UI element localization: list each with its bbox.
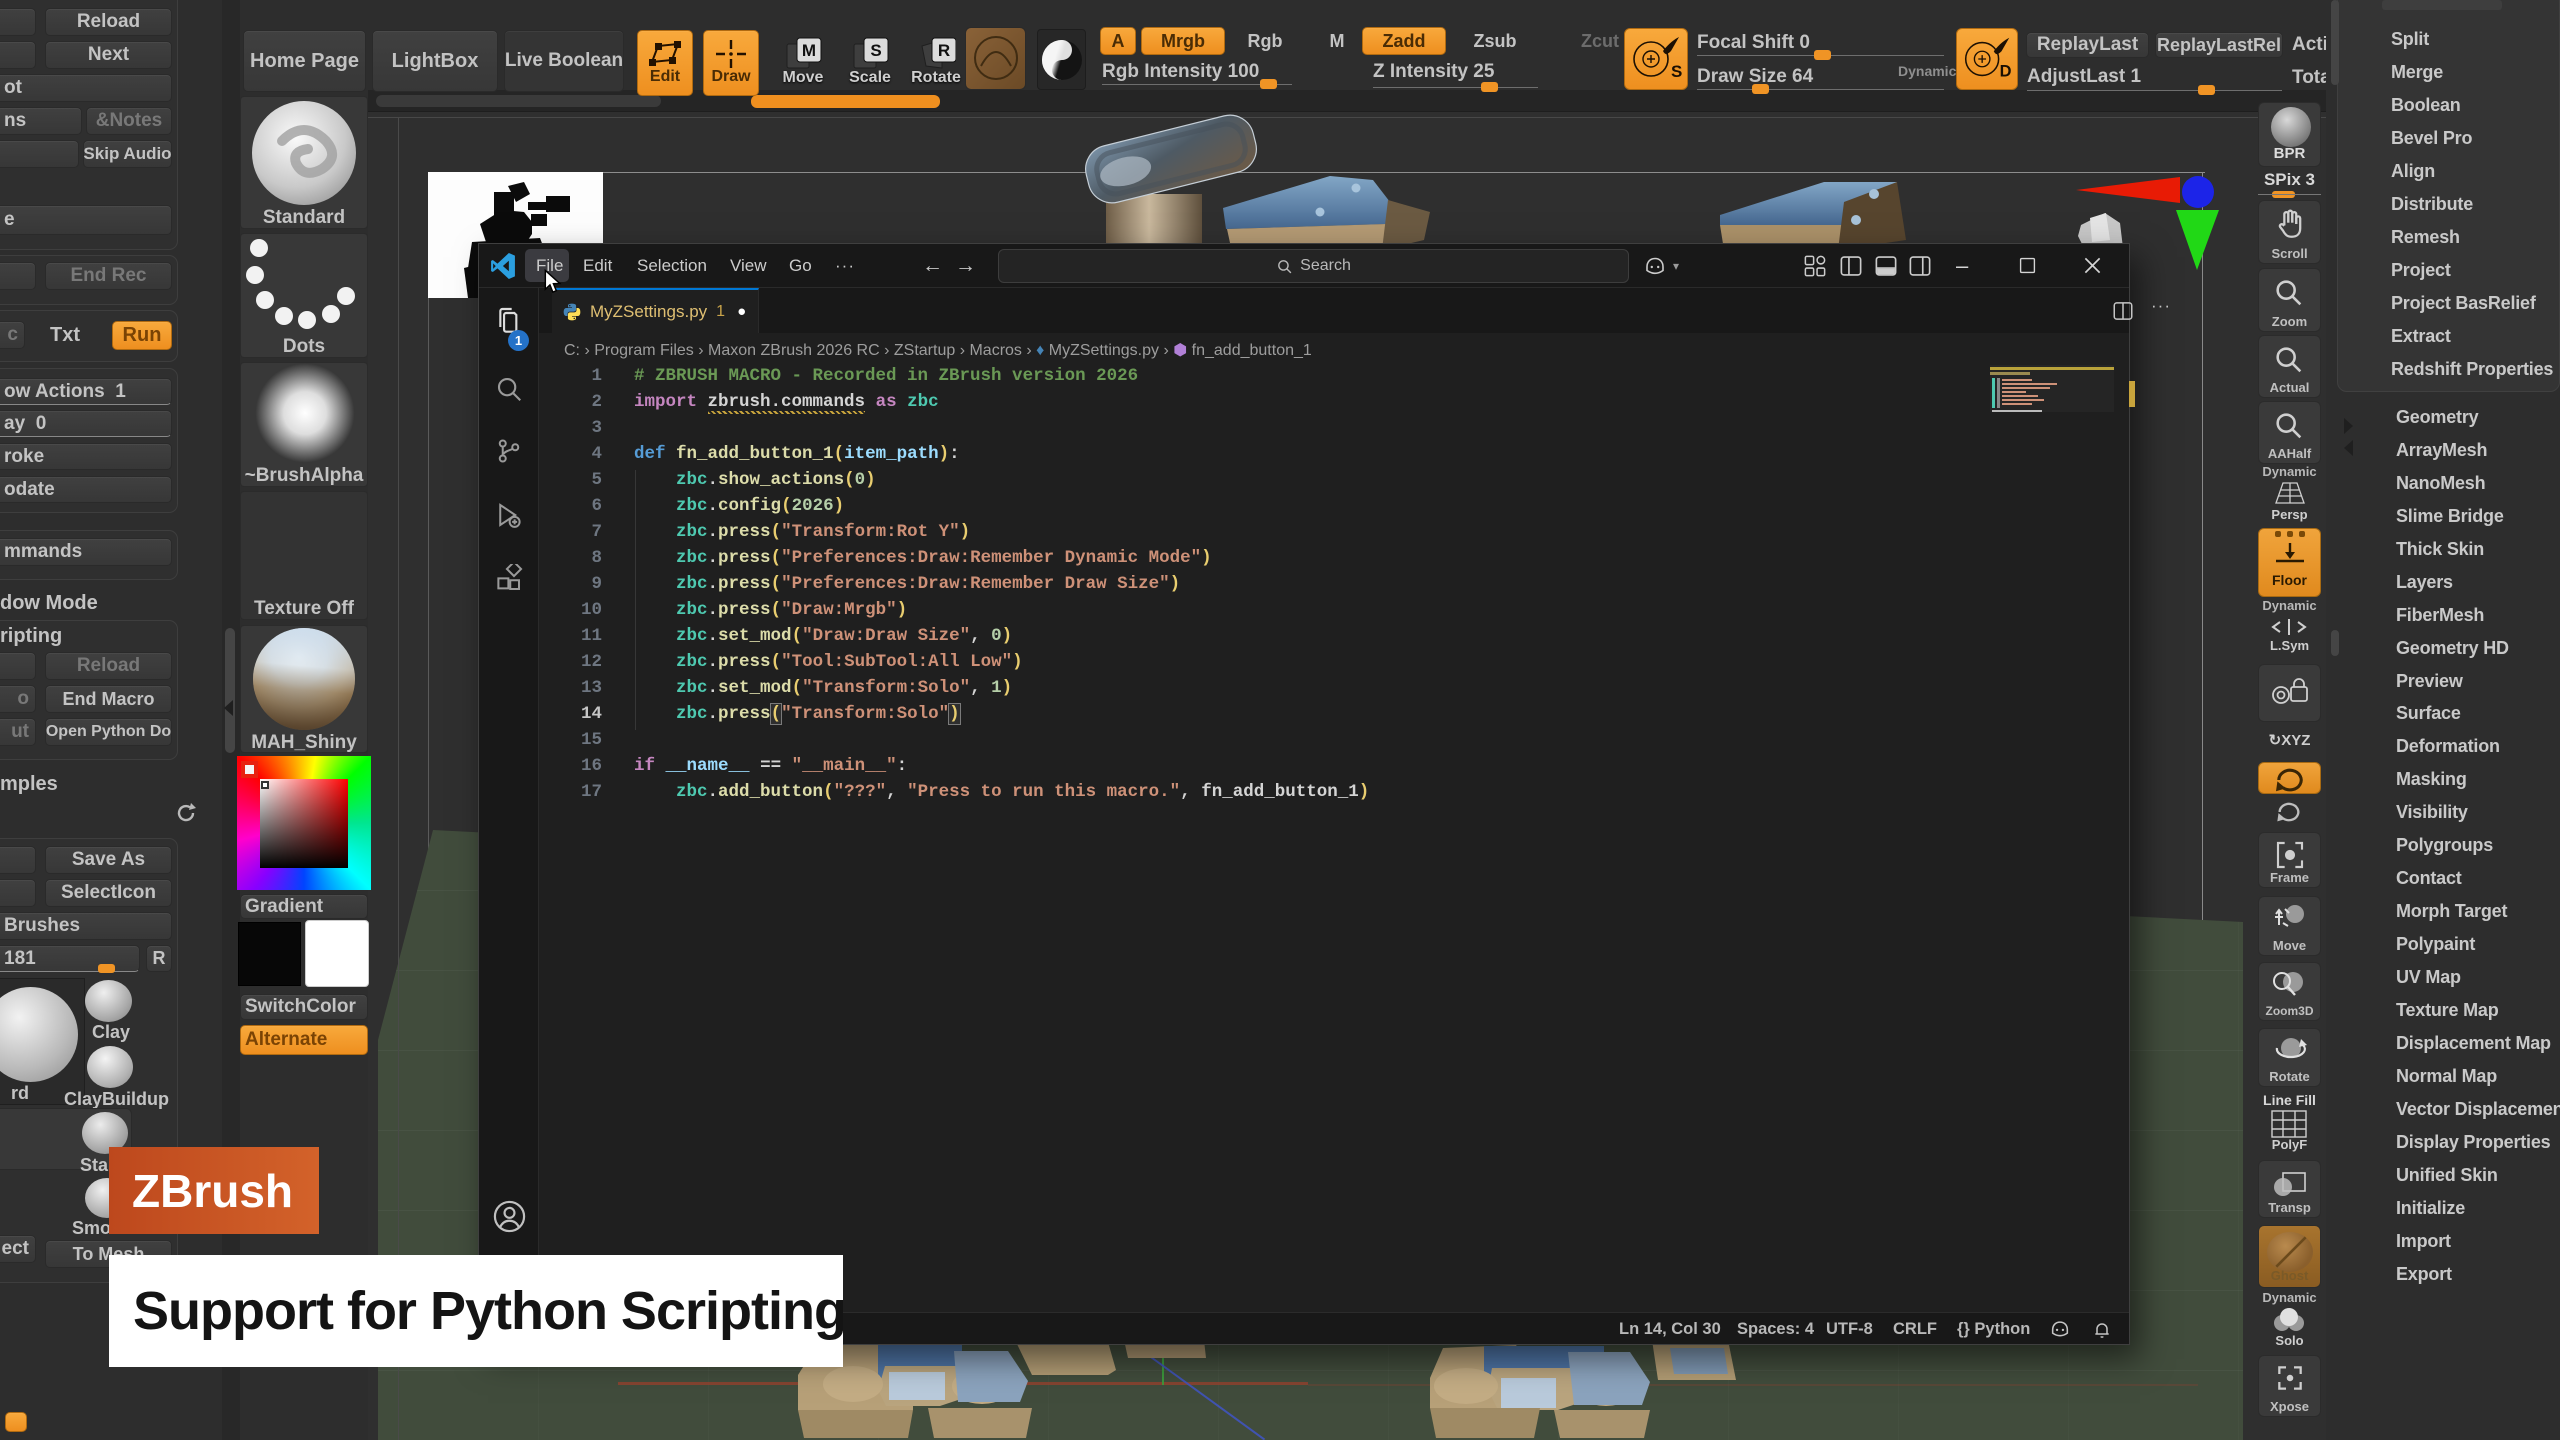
svg-text:D: D (2000, 62, 2012, 80)
svg-text:S: S (870, 41, 881, 60)
svg-text:M: M (802, 41, 816, 60)
svg-text:R: R (938, 41, 950, 60)
svg-text:S: S (1671, 62, 1682, 81)
